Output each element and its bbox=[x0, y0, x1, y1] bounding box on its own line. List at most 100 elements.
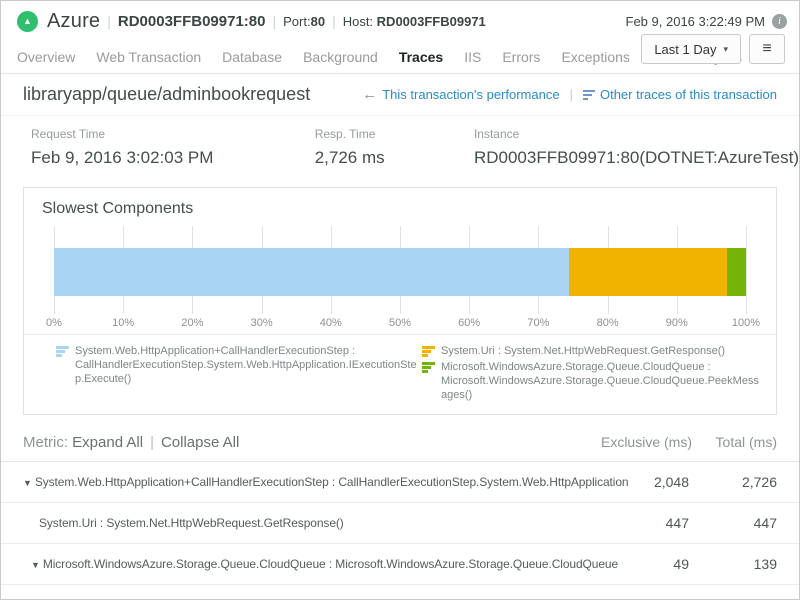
collapse-toggle-icon[interactable]: ▼ bbox=[23, 478, 32, 488]
other-traces-link[interactable]: Other traces of this transaction bbox=[600, 87, 777, 102]
nav-buttons: Last 1 Day ▾ ≡ bbox=[641, 34, 785, 64]
tab-traces[interactable]: Traces bbox=[399, 49, 443, 65]
axis-tick-label: 20% bbox=[181, 317, 203, 329]
bar-segment-1[interactable] bbox=[569, 248, 727, 296]
axis-tick-label: 60% bbox=[458, 317, 480, 329]
blue-segment-legend-icon bbox=[56, 346, 69, 357]
up-arrow-icon: ▲ bbox=[23, 16, 32, 26]
exclusive-value: 2,048 bbox=[654, 474, 689, 490]
tab-iis[interactable]: IIS bbox=[464, 49, 481, 65]
nav-tabs-bar: Overview Web Transaction Database Backgr… bbox=[1, 41, 799, 74]
table-row[interactable]: System.Uri : System.Net.HttpWebRequest.G… bbox=[1, 503, 799, 544]
table-row[interactable]: ▼System.Web.HttpApplication+CallHandlerE… bbox=[1, 462, 799, 503]
total-value: 2,726 bbox=[742, 474, 777, 490]
header-port: Port:80 bbox=[283, 14, 325, 29]
request-time-value: Feb 9, 2016 3:02:03 PM bbox=[31, 148, 315, 168]
resp-time-label: Resp. Time bbox=[315, 127, 474, 141]
back-arrow-icon: ← bbox=[362, 86, 377, 103]
port-label: Port: bbox=[283, 14, 310, 29]
menu-button[interactable]: ≡ bbox=[749, 34, 785, 64]
legend-column-1: System.Web.HttpApplication+CallHandlerEx… bbox=[56, 344, 422, 404]
port-value: 80 bbox=[311, 14, 325, 29]
instance-value: RD0003FFB09971:80(DOTNET:AzureTest) bbox=[474, 148, 799, 168]
column-header-total: Total (ms) bbox=[716, 434, 777, 450]
collapse-all-link[interactable]: Collapse All bbox=[161, 434, 239, 451]
current-timestamp: Feb 9, 2016 3:22:49 PM bbox=[626, 14, 765, 29]
axis-tick-label: 10% bbox=[112, 317, 134, 329]
tab-exceptions[interactable]: Exceptions bbox=[561, 49, 629, 65]
axis-tick-label: 40% bbox=[320, 317, 342, 329]
expand-all-link[interactable]: Expand All bbox=[72, 434, 143, 451]
total-value: 139 bbox=[754, 556, 777, 572]
chart-plot-area bbox=[54, 226, 746, 314]
axis-tick-label: 80% bbox=[597, 317, 619, 329]
host-label: Host: bbox=[343, 14, 373, 29]
collapse-toggle-icon[interactable]: ▼ bbox=[31, 560, 40, 570]
instance-label: Instance bbox=[474, 127, 799, 141]
traces-list-icon bbox=[583, 90, 595, 100]
tab-overview[interactable]: Overview bbox=[17, 49, 75, 65]
legend-column-2: System.Uri : System.Net.HttpWebRequest.G… bbox=[422, 344, 762, 404]
axis-tick-label: 30% bbox=[251, 317, 273, 329]
transaction-performance-link[interactable]: This transaction's performance bbox=[382, 87, 559, 102]
instance-stat: Instance RD0003FFB09971:80(DOTNET:AzureT… bbox=[474, 127, 799, 168]
header-separator: | bbox=[107, 13, 111, 29]
chart-axis: 0%10%20%30%40%50%60%70%80%90%100% bbox=[54, 314, 746, 332]
tab-errors[interactable]: Errors bbox=[502, 49, 540, 65]
metric-name: System.Uri : System.Net.HttpWebRequest.G… bbox=[39, 516, 344, 530]
metric-cell: System.Uri : System.Net.HttpWebRequest.G… bbox=[23, 516, 344, 530]
tab-database[interactable]: Database bbox=[222, 49, 282, 65]
host-value: RD0003FFB09971 bbox=[377, 14, 486, 29]
exclusive-value: 447 bbox=[666, 515, 689, 531]
bar-segment-0[interactable] bbox=[54, 248, 569, 296]
legend-item: System.Uri : System.Net.HttpWebRequest.G… bbox=[422, 344, 762, 358]
request-time-stat: Request Time Feb 9, 2016 3:02:03 PM bbox=[31, 127, 315, 168]
total-value: 447 bbox=[754, 515, 777, 531]
stacked-bar bbox=[54, 248, 746, 296]
axis-tick-label: 100% bbox=[732, 317, 760, 329]
request-time-label: Request Time bbox=[31, 127, 315, 141]
tab-web-transaction[interactable]: Web Transaction bbox=[96, 49, 201, 65]
slowest-components-panel: Slowest Components 0% 10% 20% 30% 40% 50% 60% 7… bbox=[23, 187, 777, 415]
app-window: ▲ Azure | RD0003FFB09971:80 | Port:80 | … bbox=[0, 0, 800, 600]
tab-background[interactable]: Background bbox=[303, 49, 378, 65]
metric-table-header: Metric: Expand All | Collapse All Exclus… bbox=[1, 423, 799, 462]
green-segment-legend-icon bbox=[422, 362, 435, 373]
metric-label: Metric: bbox=[23, 434, 68, 451]
metric-name: System.Web.HttpApplication+CallHandlerEx… bbox=[35, 475, 629, 489]
header-host: Host: RD0003FFB09971 bbox=[343, 14, 486, 29]
legend-label: System.Web.HttpApplication+CallHandlerEx… bbox=[75, 344, 422, 386]
legend-item: System.Web.HttpApplication+CallHandlerEx… bbox=[56, 344, 422, 386]
hamburger-menu-icon: ≡ bbox=[762, 40, 771, 58]
axis-tick-label: 50% bbox=[389, 317, 411, 329]
info-icon[interactable]: i bbox=[772, 14, 787, 29]
time-range-dropdown[interactable]: Last 1 Day ▾ bbox=[641, 34, 741, 64]
exclusive-value: 49 bbox=[673, 556, 689, 572]
trace-summary: Request Time Feb 9, 2016 3:02:03 PM Resp… bbox=[1, 116, 799, 181]
legend-label: System.Uri : System.Net.HttpWebRequest.G… bbox=[441, 344, 725, 358]
column-header-exclusive: Exclusive (ms) bbox=[601, 434, 692, 450]
metric-link-separator: | bbox=[150, 434, 154, 451]
metric-name: Microsoft.WindowsAzure.Storage.Queue.Clo… bbox=[43, 557, 618, 571]
table-row[interactable]: System.Uri : System.Net.HttpWebRequest.G… bbox=[1, 585, 799, 600]
time-range-label: Last 1 Day bbox=[654, 42, 716, 57]
bar-segment-2[interactable] bbox=[727, 248, 746, 296]
transaction-name: libraryapp/queue/adminbookrequest bbox=[23, 84, 310, 105]
gridline bbox=[746, 226, 747, 314]
health-status-icon: ▲ bbox=[17, 11, 38, 32]
header-instance-name: RD0003FFB09971:80 bbox=[118, 13, 266, 30]
legend-item: Microsoft.WindowsAzure.Storage.Queue.Clo… bbox=[422, 360, 762, 402]
transaction-links: ← This transaction's performance | Other… bbox=[362, 86, 777, 103]
chart-title: Slowest Components bbox=[24, 188, 776, 218]
metric-cell: ▼System.Web.HttpApplication+CallHandlerE… bbox=[23, 475, 629, 489]
yellow-segment-legend-icon bbox=[422, 346, 435, 357]
link-separator: | bbox=[570, 87, 573, 102]
transaction-header: libraryapp/queue/adminbookrequest ← This… bbox=[1, 74, 799, 116]
chart-legend: System.Web.HttpApplication+CallHandlerEx… bbox=[24, 335, 776, 414]
axis-tick-label: 70% bbox=[527, 317, 549, 329]
legend-label: Microsoft.WindowsAzure.Storage.Queue.Clo… bbox=[441, 360, 762, 402]
chevron-down-icon: ▾ bbox=[723, 44, 728, 55]
resp-time-value: 2,726 ms bbox=[315, 148, 474, 168]
axis-tick-label: 0% bbox=[46, 317, 62, 329]
table-row[interactable]: ▼Microsoft.WindowsAzure.Storage.Queue.Cl… bbox=[1, 544, 799, 585]
